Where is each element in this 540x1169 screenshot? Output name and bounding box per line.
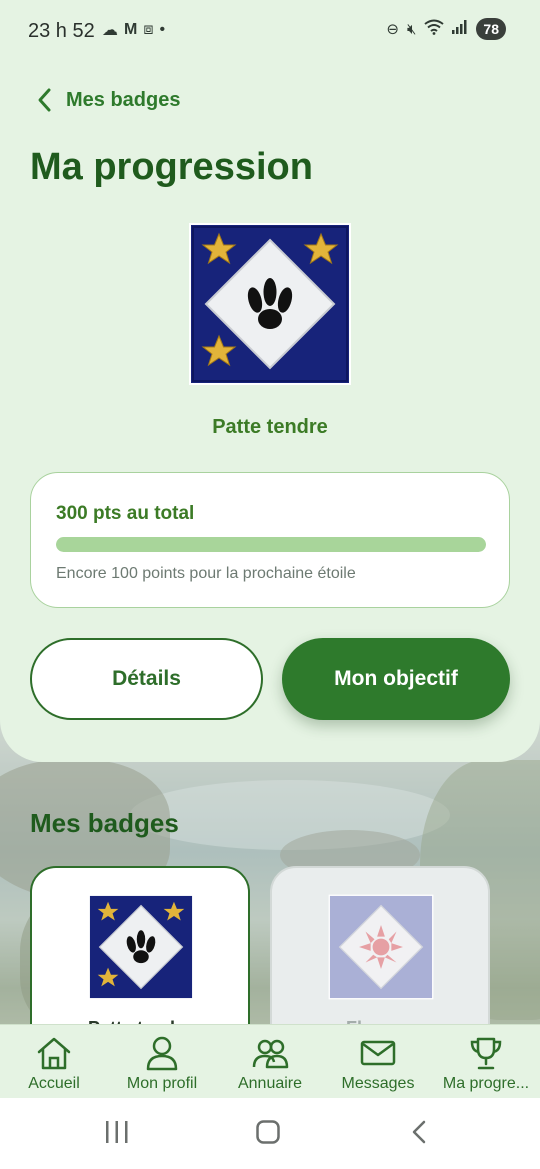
chevron-left-icon (38, 88, 51, 112)
battery-indicator: 78 (476, 18, 506, 40)
home-button-icon[interactable] (256, 1120, 280, 1144)
user-icon (146, 1036, 178, 1071)
nav-label: Accueil (28, 1075, 80, 1092)
gmail-icon: M (124, 21, 138, 38)
screenshot-icon: ⧈ (143, 21, 154, 38)
bottom-navigation: Accueil Mon profil Annuaire Messages Ma … (0, 1024, 540, 1098)
mail-icon (360, 1040, 396, 1066)
back-button-icon[interactable] (410, 1120, 428, 1144)
nav-item-ma-progression[interactable]: Ma progre... (432, 1025, 540, 1098)
signal-icon (452, 20, 468, 38)
points-card: 300 pts au total Encore 100 points pour … (30, 472, 510, 608)
points-progress-bar (56, 537, 486, 552)
current-badge-name: Patte tendre (212, 416, 328, 438)
my-goal-button[interactable]: Mon objectif (282, 638, 510, 720)
nav-item-accueil[interactable]: Accueil (0, 1025, 108, 1098)
badge-patch-image (189, 223, 351, 385)
nav-label: Mon profil (126, 1075, 198, 1092)
do-not-disturb-icon: ⊖ (386, 21, 399, 38)
home-icon (37, 1037, 71, 1070)
users-icon (252, 1039, 289, 1069)
nav-label: Annuaire (237, 1075, 303, 1092)
dot-icon: • (159, 21, 166, 38)
back-link-label: Mes badges (66, 88, 181, 111)
nav-item-mon-profil[interactable]: Mon profil (108, 1025, 216, 1098)
badge-patch-image (88, 894, 194, 1000)
nav-item-annuaire[interactable]: Annuaire (216, 1025, 324, 1098)
badge-patch-image (328, 894, 434, 1000)
mute-icon: 🔇︎ (406, 20, 417, 38)
progress-panel: 23 h 52 ☁ M ⧈ • ⊖ 🔇︎ 78 Mes badges Ma pr… (0, 0, 540, 762)
nav-label: Messages (341, 1075, 415, 1092)
badges-section-title: Mes badges (30, 808, 179, 838)
points-progress-fill (56, 537, 486, 552)
trophy-icon (470, 1037, 502, 1070)
status-bar: 23 h 52 ☁ M ⧈ • ⊖ 🔇︎ 78 (0, 0, 540, 64)
nav-label: Ma progre... (442, 1075, 530, 1092)
back-link[interactable]: Mes badges (36, 86, 180, 114)
points-hint: Encore 100 points pour la prochaine étoi… (56, 565, 356, 582)
nav-item-messages[interactable]: Messages (324, 1025, 432, 1098)
status-time: 23 h 52 (28, 20, 95, 42)
points-total: 300 pts au total (56, 503, 195, 524)
recent-apps-icon[interactable] (104, 1120, 130, 1144)
system-navigation-bar (0, 1098, 540, 1169)
details-button[interactable]: Détails (30, 638, 263, 720)
page-title: Ma progression (30, 146, 313, 188)
cloud-icon: ☁ (102, 22, 118, 39)
wifi-icon (424, 19, 445, 39)
